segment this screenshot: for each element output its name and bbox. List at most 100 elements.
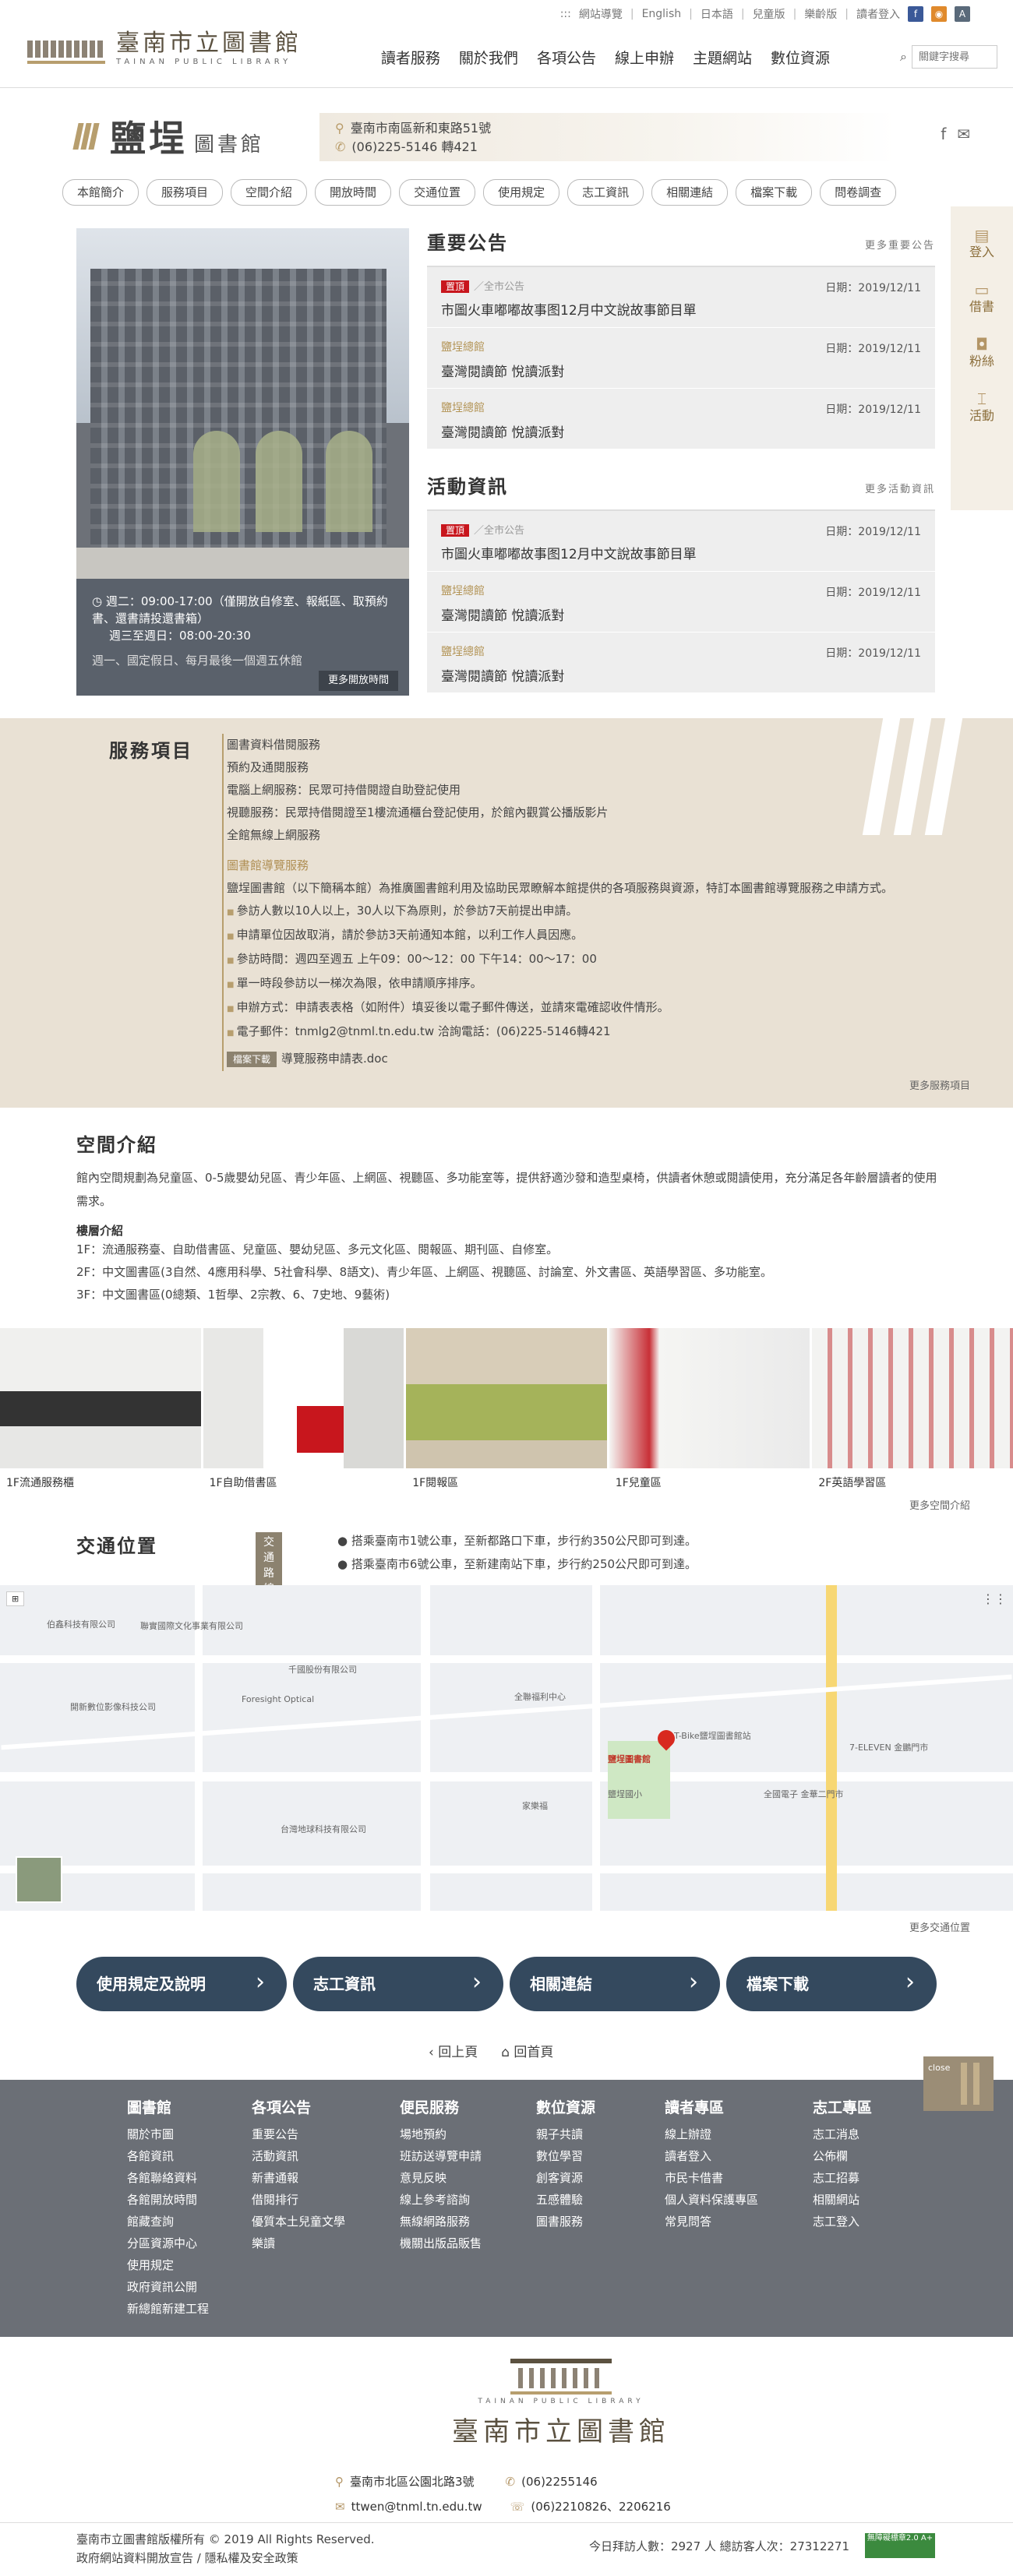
footer-link[interactable]: 使用規定 xyxy=(127,2254,209,2276)
subnav-services[interactable]: 服務項目 xyxy=(146,179,224,206)
footer-link[interactable]: 分區資源中心 xyxy=(127,2232,209,2254)
footer-link[interactable]: 活動資訊 xyxy=(252,2145,345,2167)
subnav-downloads[interactable]: 檔案下載 xyxy=(736,179,813,206)
nav-digital[interactable]: 數位資源 xyxy=(771,47,830,68)
subnav-rules[interactable]: 使用規定 xyxy=(483,179,560,206)
side-fans[interactable]: ◘ 粉絲 xyxy=(951,336,1013,370)
map-expand-button[interactable]: ⊞ xyxy=(6,1591,25,1606)
footer-link[interactable]: 讀者登入 xyxy=(665,2145,758,2167)
footer-link[interactable]: 五感體驗 xyxy=(536,2189,595,2211)
more-events-link[interactable]: 更多活動資訊 xyxy=(865,481,935,495)
map-satellite-toggle[interactable] xyxy=(16,1856,62,1903)
facebook-icon[interactable]: f xyxy=(941,125,946,143)
more-traffic-link[interactable]: 更多交通位置 xyxy=(909,1919,970,1934)
footer-link[interactable]: 市民卡借書 xyxy=(665,2167,758,2189)
footer-link[interactable]: 場地預約 xyxy=(400,2123,482,2145)
link-kids[interactable]: 兒童版 xyxy=(753,6,785,22)
link-japanese[interactable]: 日本語 xyxy=(701,6,733,22)
footer-link[interactable]: 優質本土兒童文學 xyxy=(252,2211,345,2232)
gallery-item[interactable]: 2F英語學習區 xyxy=(812,1328,1013,1496)
footer-link[interactable]: 圖書服務 xyxy=(536,2211,595,2232)
footer-link[interactable]: 常見問答 xyxy=(665,2211,758,2232)
link-reader-login[interactable]: 讀者登入 xyxy=(856,6,900,22)
search-icon[interactable]: ⌕ xyxy=(900,49,907,65)
gallery-item[interactable]: 1F閱報區 xyxy=(406,1328,607,1496)
subnav-traffic[interactable]: 交通位置 xyxy=(399,179,476,206)
subnav-intro[interactable]: 本館簡介 xyxy=(62,179,139,206)
side-borrow[interactable]: ▭ 借書 xyxy=(951,281,1013,315)
more-notices-link[interactable]: 更多重要公告 xyxy=(865,237,935,252)
nav-about[interactable]: 關於我們 xyxy=(459,47,518,68)
footer-link[interactable]: 無線網路服務 xyxy=(400,2211,482,2232)
accessibility-badge[interactable]: 無障礙標章2.0 A+ xyxy=(865,2533,935,2558)
footer-link[interactable]: 志工招募 xyxy=(813,2167,872,2189)
footer-link[interactable]: 數位學習 xyxy=(536,2145,595,2167)
footer-link[interactable]: 政府資訊公開 xyxy=(127,2276,209,2298)
list-item[interactable]: 鹽埕總館 日期：2019/12/11 臺灣閱讀節 悅讀派對 xyxy=(427,389,935,449)
facebook-icon[interactable]: f xyxy=(908,6,923,22)
more-hours-link[interactable]: 更多開放時間 xyxy=(318,671,398,691)
footer-link[interactable]: 公佈欄 xyxy=(813,2145,872,2167)
footer-link[interactable]: 創客資源 xyxy=(536,2167,595,2189)
list-item[interactable]: 鹽埕總館 日期：2019/12/11 臺灣閱讀節 悅讀派對 xyxy=(427,633,935,693)
rss-icon[interactable]: ◉ xyxy=(931,6,947,22)
list-item[interactable]: 置頂 ／全市公告 日期：2019/12/11 市圖火車嘟嘟故事图12月中文說故事節… xyxy=(427,267,935,328)
footer-link[interactable]: 館藏查詢 xyxy=(127,2211,209,2232)
footer-link[interactable]: 班訪送導覽申請 xyxy=(400,2145,482,2167)
item-title[interactable]: 臺灣閱讀節 悅讀派對 xyxy=(441,604,921,624)
map-grid-icon[interactable]: ⋮⋮ xyxy=(982,1591,1007,1606)
footer-link[interactable]: 重要公告 xyxy=(252,2123,345,2145)
list-item[interactable]: 鹽埕總館 日期：2019/12/11 臺灣閱讀節 悅讀派對 xyxy=(427,328,935,389)
download-link[interactable]: 導覽服務申請表.doc xyxy=(281,1052,388,1066)
footer-link[interactable]: 關於市圖 xyxy=(127,2123,209,2145)
gallery-item[interactable]: 1F兒童區 xyxy=(609,1328,810,1496)
nav-theme-sites[interactable]: 主題網站 xyxy=(693,47,752,68)
item-title[interactable]: 臺灣閱讀節 悅讀派對 xyxy=(441,361,921,380)
footer-close-button[interactable]: close xyxy=(923,2056,994,2111)
footer-link[interactable]: 線上辦證 xyxy=(665,2123,758,2145)
side-login[interactable]: ▤ 登入 xyxy=(951,227,1013,261)
nav-reader-services[interactable]: 讀者服務 xyxy=(381,47,440,68)
list-item[interactable]: 置頂 ／全市公告 日期：2019/12/11 市圖火車嘟嘟故事图12月中文說故事節… xyxy=(427,511,935,572)
footer-link[interactable]: 意見反映 xyxy=(400,2167,482,2189)
subnav-space[interactable]: 空間介紹 xyxy=(231,179,308,206)
policy-link[interactable]: 政府網站資料開放宣告 / 隱私權及安全政策 xyxy=(76,2549,375,2567)
footer-link[interactable]: 新總館新建工程 xyxy=(127,2298,209,2320)
font-size-icon[interactable]: A xyxy=(955,6,970,22)
list-item[interactable]: 鹽埕總館 日期：2019/12/11 臺灣閱讀節 悅讀派對 xyxy=(427,572,935,633)
more-services-link[interactable]: 更多服務項目 xyxy=(909,1077,970,1092)
side-events[interactable]: ⌶ 活動 xyxy=(951,390,1013,425)
footer-link[interactable]: 各館聯絡資料 xyxy=(127,2167,209,2189)
gallery-item[interactable]: 1F自助借書區 xyxy=(203,1328,404,1496)
link-sitemap[interactable]: 網站導覽 xyxy=(579,6,623,22)
nav-online-apply[interactable]: 線上申辦 xyxy=(615,47,674,68)
link-senior[interactable]: 樂齡版 xyxy=(804,6,837,22)
footer-link[interactable]: 志工登入 xyxy=(813,2211,872,2232)
footer-link[interactable]: 新書通報 xyxy=(252,2167,345,2189)
footer-link[interactable]: 各館資訊 xyxy=(127,2145,209,2167)
item-title[interactable]: 臺灣閱讀節 悅讀派對 xyxy=(441,421,921,441)
item-title[interactable]: 市圖火車嘟嘟故事图12月中文說故事節目單 xyxy=(441,299,921,319)
back-button[interactable]: ‹ 回上頁 xyxy=(429,2041,478,2060)
subnav-links[interactable]: 相關連結 xyxy=(651,179,729,206)
subnav-hours[interactable]: 開放時間 xyxy=(315,179,392,206)
footer-link[interactable]: 機關出版品販售 xyxy=(400,2232,482,2254)
footer-link[interactable]: 個人資料保護專區 xyxy=(665,2189,758,2211)
footer-link[interactable]: 各館開放時間 xyxy=(127,2189,209,2211)
quick-volunteer-button[interactable]: 志工資訊 xyxy=(293,1955,503,2011)
home-button[interactable]: ⌂ 回首頁 xyxy=(501,2041,553,2060)
accesskey-marker[interactable]: ::: xyxy=(560,8,571,20)
site-logo[interactable]: 臺南市立圖書館 TAINAN PUBLIC LIBRARY xyxy=(27,23,302,66)
mail-icon[interactable]: ✉ xyxy=(957,125,970,143)
footer-link[interactable]: 借閱排行 xyxy=(252,2189,345,2211)
search-input[interactable] xyxy=(912,45,997,69)
more-space-link[interactable]: 更多空間介紹 xyxy=(909,1497,970,1512)
subnav-survey[interactable]: 問卷調查 xyxy=(820,179,897,206)
footer-link[interactable]: 相關網站 xyxy=(813,2189,872,2211)
footer-link[interactable]: 樂讀 xyxy=(252,2232,345,2254)
nav-announcements[interactable]: 各項公告 xyxy=(537,47,596,68)
footer-link[interactable]: 線上參考諮詢 xyxy=(400,2189,482,2211)
subnav-volunteer[interactable]: 志工資訊 xyxy=(567,179,644,206)
gallery-item[interactable]: 1F流通服務櫃 xyxy=(0,1328,201,1496)
item-title[interactable]: 臺灣閱讀節 悅讀派對 xyxy=(441,665,921,685)
